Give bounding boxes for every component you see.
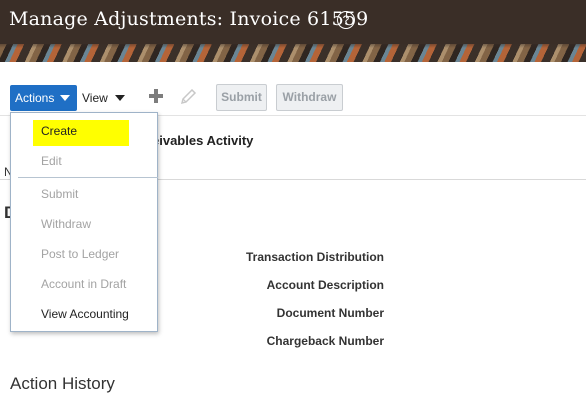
menu-item-create[interactable]: Create: [41, 124, 77, 138]
view-menu-label: View: [82, 91, 108, 105]
actions-menu-button[interactable]: Actions: [10, 85, 77, 111]
page-title: Manage Adjustments: Invoice 61559: [9, 8, 369, 30]
withdraw-button[interactable]: Withdraw: [276, 84, 343, 111]
page-header: Manage Adjustments: Invoice 61559 ?: [0, 0, 586, 62]
menu-item-account-in-draft[interactable]: Account in Draft: [41, 277, 126, 291]
chevron-down-icon: [60, 95, 70, 101]
chevron-down-icon: [115, 95, 125, 101]
actions-dropdown-menu: Create Edit Submit Withdraw Post to Ledg…: [10, 112, 158, 332]
menu-item-post-to-ledger[interactable]: Post to Ledger: [41, 247, 119, 261]
field-label-document-number: Document Number: [276, 306, 384, 320]
section-heading: eivables Activity: [152, 133, 254, 148]
submit-button[interactable]: Submit: [216, 84, 267, 111]
add-icon[interactable]: [148, 88, 164, 104]
menu-item-submit[interactable]: Submit: [41, 187, 78, 201]
field-label-account-description: Account Description: [266, 278, 384, 292]
field-label-transaction-distribution: Transaction Distribution: [245, 250, 384, 264]
field-label-chargeback-number: Chargeback Number: [266, 334, 384, 348]
edit-pencil-icon[interactable]: [180, 88, 198, 105]
menu-item-withdraw[interactable]: Withdraw: [41, 217, 91, 231]
action-history-heading: Action History: [10, 374, 115, 393]
menu-item-view-accounting[interactable]: View Accounting: [41, 307, 129, 321]
actions-menu-label: Actions: [15, 91, 55, 105]
menu-separator: [18, 177, 158, 178]
help-icon[interactable]: ?: [337, 11, 355, 29]
view-menu-button[interactable]: View: [82, 85, 125, 111]
menu-item-edit[interactable]: Edit: [41, 154, 62, 168]
